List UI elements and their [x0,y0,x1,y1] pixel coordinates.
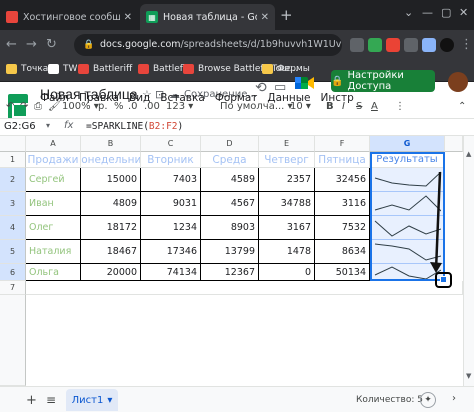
meet-icon[interactable] [292,72,318,94]
scroll-up-icon[interactable]: ▲ [466,150,471,158]
page-icon [183,64,194,74]
formula-bar: G2:G6 ▾ fx =SPARKLINE(B2:F2) [0,118,474,136]
folder-icon [262,64,273,74]
site-favicon-icon [6,11,18,23]
percent-button[interactable]: % [114,101,124,112]
zoom-select[interactable]: 100% ▾ [62,101,99,112]
bookmark-item[interactable]: Точка [6,64,48,74]
tab-title: Новая таблица - Google Табли [163,11,257,23]
browser-tab-bar: Хостинговое сообщество «Time ✕ ▦ Новая т… [0,0,474,30]
bookmark-item[interactable]: Battleriff [78,64,132,74]
browser-menu-icon[interactable]: ⋮ [460,37,473,52]
drag-arrow [430,171,442,273]
minimize-icon[interactable]: — [422,6,433,19]
maximize-icon[interactable]: ▢ [441,6,451,19]
extension-icon[interactable] [386,38,400,52]
row-header-empty [0,295,26,386]
lock-icon: 🔒 [83,40,95,50]
all-sheets-icon[interactable]: ≡ [46,393,56,407]
address-bar: ← → ↻ 🔒 docs.google.com/spreadsheets/d/1… [0,30,474,60]
formula-input[interactable]: =SPARKLINE(B2:F2) [86,121,183,132]
chevron-down-icon[interactable]: ▾ [46,121,50,130]
share-button[interactable]: 🔒 Настройки Доступа [331,70,435,92]
extension-icon[interactable] [368,38,382,52]
scroll-down-icon[interactable]: ▼ [466,372,471,380]
chevron-down-icon[interactable]: ▾ [107,395,112,406]
browser-tab-inactive[interactable]: Хостинговое сообщество «Time ✕ [0,4,138,30]
bookmark-item[interactable]: TW [48,64,77,74]
name-box[interactable]: G2:G6 [4,121,36,132]
menu-expand-icon[interactable]: ⋮ [395,101,405,112]
collapse-toolbar-icon[interactable]: ⌃ [458,101,466,112]
extensions-puzzle-icon[interactable] [404,38,418,52]
paint-format-icon[interactable]: 🖌 [48,101,61,112]
browser-tab-active[interactable]: ▦ Новая таблица - Google Табли ✕ [140,4,275,30]
page-icon [138,64,149,74]
explore-icon[interactable]: ✦ [420,392,436,408]
reload-icon[interactable]: ↻ [46,37,57,52]
page-icon [48,64,59,74]
share-page-icon[interactable] [350,38,364,52]
print-icon[interactable]: ⎙ [34,101,42,112]
url-input[interactable]: 🔒 docs.google.com/spreadsheets/d/1b9huvv… [74,34,342,56]
currency-button[interactable]: р. [98,101,108,112]
decrease-decimal-button[interactable]: .0 [128,101,138,112]
profile-avatar[interactable] [440,38,454,52]
close-tab-icon[interactable]: ✕ [261,12,269,23]
more-formats-button[interactable]: 123 ▾ [166,101,193,112]
forward-icon[interactable]: → [26,37,37,52]
close-window-icon[interactable]: ✕ [459,6,468,19]
sheet-bar: + ≡ Лист1 ▾ Количество: 5 ✦ › [0,386,474,412]
new-tab-icon[interactable]: + [280,6,293,24]
back-icon[interactable]: ← [6,37,17,52]
url-host: docs.google.com [100,39,181,50]
spreadsheet-grid: A B C D E F G 1 2 3 4 5 6 7 Продажи Поне… [0,136,474,386]
font-size-select[interactable]: 10 ▾ [290,101,311,112]
fx-icon: fx [64,120,74,131]
redo-icon[interactable]: ↷ [20,101,28,112]
tab-title: Хостинговое сообщество «Time [23,11,120,23]
sidebar-icon[interactable] [422,38,436,52]
chevron-down-icon[interactable]: ⌄ [404,6,413,19]
font-select[interactable]: По умолча... ▾ [220,101,293,112]
text-color-button[interactable]: A [371,101,378,112]
strikethrough-button[interactable]: S [356,101,362,112]
add-sheet-icon[interactable]: + [26,393,37,408]
undo-icon[interactable]: ↶ [6,101,14,112]
sheets-favicon-icon: ▦ [146,11,158,23]
sheet-tab[interactable]: Лист1 ▾ [66,389,118,411]
page-icon [78,64,89,74]
increase-decimal-button[interactable]: .00 [144,101,160,112]
url-path: /spreadsheets/d/1b9huvvh1W1UvtmVQmvYubzH… [180,39,342,50]
lock-icon: 🔒 [331,75,344,87]
side-panel-toggle-icon[interactable]: › [452,393,456,404]
selection-count[interactable]: Количество: 5 [356,395,423,405]
folder-icon [6,64,17,74]
bold-button[interactable]: B [326,101,334,112]
avatar[interactable] [448,72,468,92]
close-tab-icon[interactable]: ✕ [124,12,132,23]
vertical-scrollbar[interactable]: ▲ ▼ [463,136,474,386]
italic-button[interactable]: I [342,101,345,112]
